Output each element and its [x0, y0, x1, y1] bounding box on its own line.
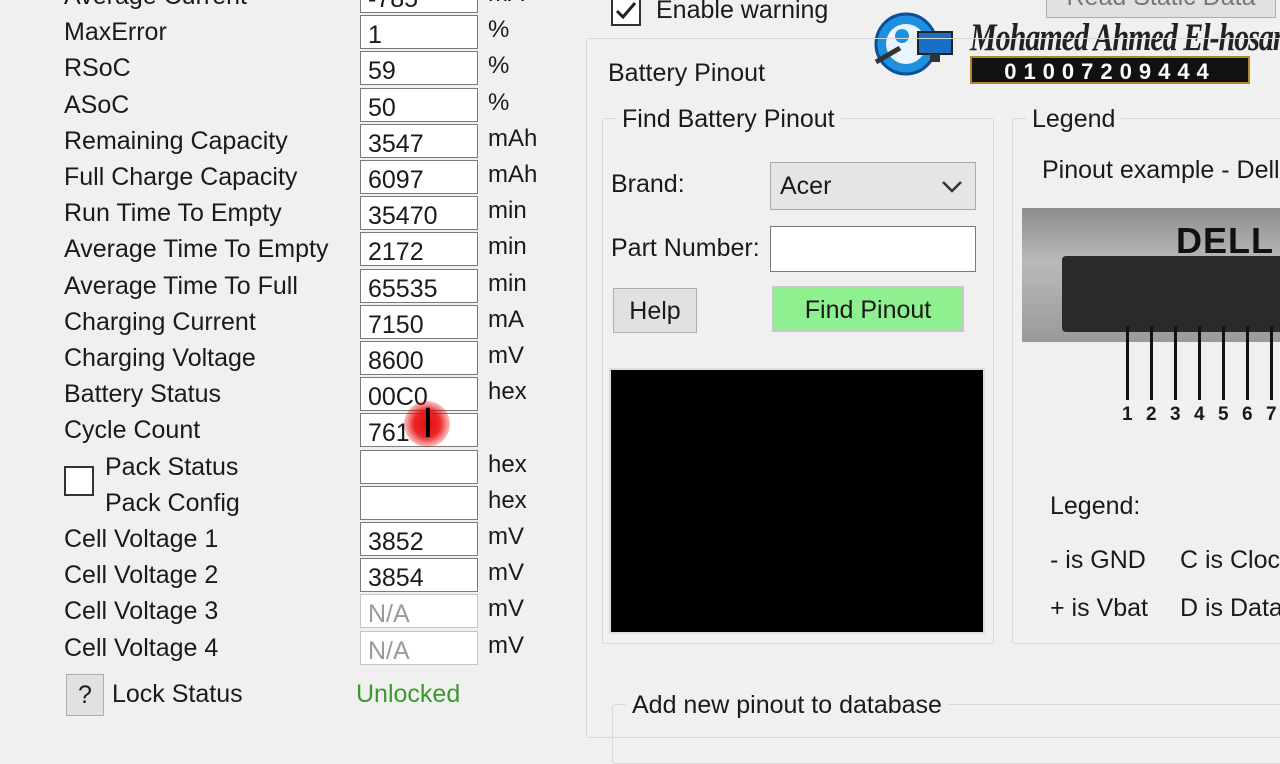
field-value-input[interactable]: 35470 — [360, 196, 478, 230]
pin-line — [1222, 326, 1225, 400]
field-value-input[interactable]: 50 — [360, 88, 478, 122]
brand-select[interactable]: Acer — [770, 162, 976, 210]
field-value-input[interactable]: 65535 — [360, 269, 478, 303]
legend-label: Legend: — [1050, 492, 1141, 520]
enable-warning-checkbox[interactable] — [611, 0, 641, 26]
pin-line — [1246, 326, 1249, 400]
field-value-input[interactable]: 3547 — [360, 124, 478, 158]
field-unit: % — [488, 89, 510, 116]
field-label: Battery Status — [64, 380, 222, 408]
pin-number: 5 — [1218, 404, 1229, 425]
field-value-input[interactable]: 59 — [360, 51, 478, 85]
field-value-input[interactable]: -785 — [360, 0, 478, 13]
field-label: Cycle Count — [64, 416, 201, 444]
field-unit: mV — [488, 342, 524, 369]
help-button[interactable]: Help — [613, 288, 697, 333]
lock-status-label: Lock Status — [112, 680, 243, 708]
field-unit: hex — [488, 451, 527, 478]
part-number-label: Part Number: — [611, 234, 760, 262]
field-label: Charging Voltage — [64, 344, 256, 372]
field-value-input[interactable] — [360, 486, 478, 520]
field-label: ASoC — [64, 91, 130, 119]
field-label: MaxError — [64, 18, 167, 46]
field-label: Cell Voltage 4 — [64, 634, 219, 662]
text-cursor-icon: I — [422, 401, 434, 447]
lock-status-value: Unlocked — [356, 680, 461, 708]
lock-status-help-button[interactable]: ? — [66, 674, 104, 716]
checkmark-icon — [615, 2, 637, 20]
pin-number: 3 — [1170, 404, 1181, 425]
add-pinout-title: Add new pinout to database — [626, 690, 948, 720]
field-value-input[interactable] — [360, 450, 478, 484]
field-label: Pack Status — [105, 453, 239, 481]
field-label: Pack Config — [105, 489, 240, 517]
field-value-input[interactable]: 1 — [360, 15, 478, 49]
vbat-legend: + is Vbat — [1050, 594, 1148, 622]
field-unit: mAh — [488, 125, 538, 152]
field-unit: mV — [488, 523, 524, 550]
field-label: Cell Voltage 2 — [64, 561, 219, 589]
field-unit: hex — [488, 487, 527, 514]
field-unit: % — [488, 16, 510, 43]
battery-connector — [1062, 256, 1280, 332]
field-unit: hex — [488, 378, 527, 405]
field-label: RSoC — [64, 54, 131, 82]
pack-status-checkbox[interactable] — [64, 466, 94, 496]
field-value-input[interactable]: 6097 — [360, 160, 478, 194]
field-label: Average Time To Empty — [64, 235, 329, 263]
part-number-input[interactable] — [770, 226, 976, 272]
enable-warning-label: Enable warning — [656, 0, 829, 24]
legend-title: Legend — [1026, 104, 1122, 134]
field-value-input[interactable]: 2172 — [360, 232, 478, 266]
field-label: Cell Voltage 1 — [64, 525, 219, 553]
pin-number: 4 — [1194, 404, 1205, 425]
field-unit: % — [488, 52, 510, 79]
field-unit: mV — [488, 595, 524, 622]
find-pinout-title: Find Battery Pinout — [616, 104, 841, 134]
field-value-input[interactable]: 3854 — [360, 558, 478, 592]
field-label: Run Time To Empty — [64, 199, 282, 227]
pinout-preview-area — [609, 368, 985, 634]
pin-line — [1126, 326, 1129, 400]
field-unit: min — [488, 270, 527, 297]
chevron-down-icon — [942, 181, 962, 193]
pin-line — [1198, 326, 1201, 400]
brand-select-value: Acer — [780, 172, 832, 200]
gnd-legend: - is GND — [1050, 546, 1146, 574]
field-label: Average Current — [64, 0, 247, 14]
field-label: Remaining Capacity — [64, 127, 288, 155]
field-unit: mA — [488, 0, 524, 12]
field-value-input[interactable]: 7150 — [360, 305, 478, 339]
field-value-input[interactable]: 8600 — [360, 341, 478, 375]
pin-number: 1 — [1122, 404, 1133, 425]
pin-line — [1270, 326, 1273, 400]
data-legend: D is Data — [1180, 594, 1280, 622]
field-value-input[interactable]: N/A — [360, 631, 478, 665]
pin-number: 6 — [1242, 404, 1253, 425]
dell-pinout-image: DELL — [1022, 208, 1280, 342]
clock-legend: C is Clock — [1180, 546, 1280, 574]
field-label: Charging Current — [64, 308, 256, 336]
pin-number: 7 — [1266, 404, 1277, 425]
field-label: Average Time To Full — [64, 272, 298, 300]
field-unit: mA — [488, 306, 524, 333]
field-unit: mV — [488, 559, 524, 586]
field-unit: min — [488, 233, 527, 260]
pinout-example-label: Pinout example - Dell — [1042, 156, 1280, 184]
pin-line — [1174, 326, 1177, 400]
brand-label: Brand: — [611, 170, 685, 198]
battery-pinout-title: Battery Pinout — [602, 58, 772, 88]
field-unit: min — [488, 197, 527, 224]
field-label: Cell Voltage 3 — [64, 597, 219, 625]
field-label: Full Charge Capacity — [64, 163, 298, 191]
field-unit: mV — [488, 632, 524, 659]
pin-number: 2 — [1146, 404, 1157, 425]
field-value-input[interactable]: N/A — [360, 594, 478, 628]
field-unit: mAh — [488, 161, 538, 188]
pin-line — [1150, 326, 1153, 400]
field-value-input[interactable]: 3852 — [360, 522, 478, 556]
find-pinout-button[interactable]: Find Pinout — [772, 286, 964, 332]
